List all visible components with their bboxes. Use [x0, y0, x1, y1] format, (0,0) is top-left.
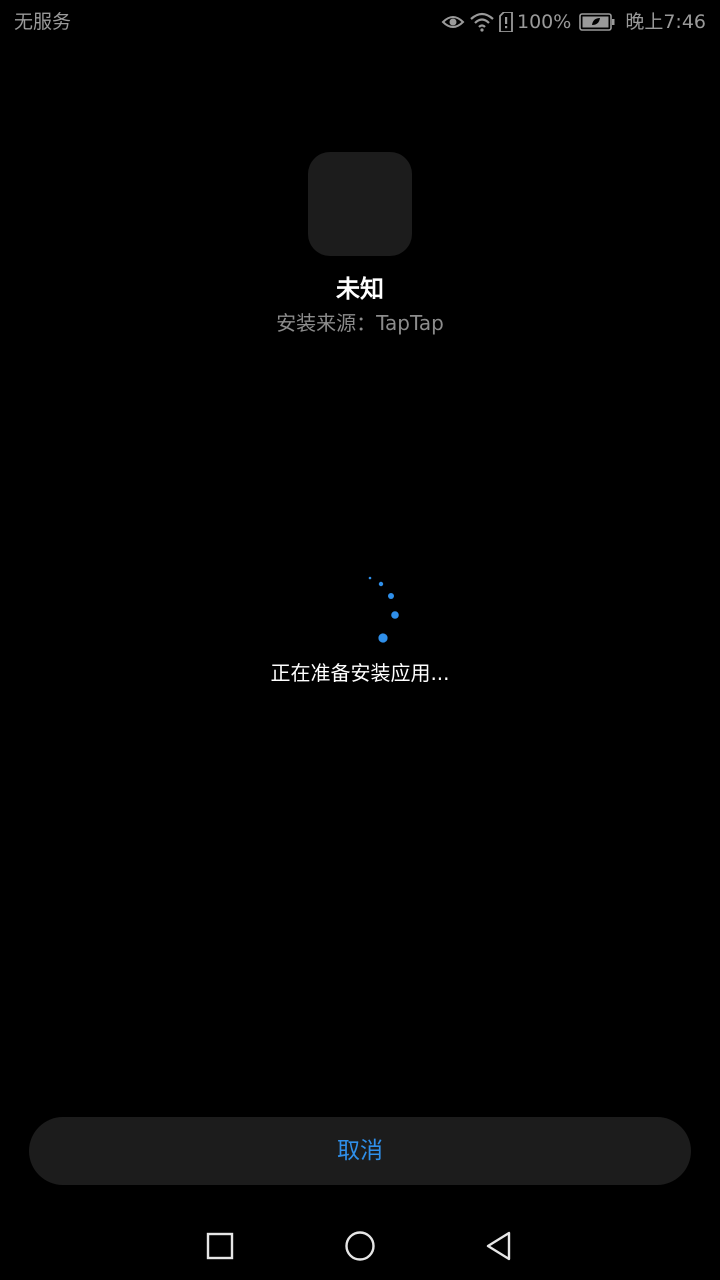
install-source: 安装来源：TapTap: [276, 311, 444, 335]
spinner-dot: [378, 633, 388, 643]
recent-apps-icon[interactable]: [202, 1228, 238, 1264]
battery-percent: 100%: [517, 11, 572, 33]
clock: 晚上7:46: [625, 11, 706, 33]
loading-spinner-icon: [340, 560, 420, 650]
cancel-button[interactable]: 取消: [29, 1117, 691, 1185]
battery-icon: [579, 13, 615, 31]
wifi-icon: [469, 12, 495, 32]
status-icons: 100% 晚上7:46: [441, 10, 706, 34]
spinner-dot: [368, 576, 372, 580]
eye-icon: [441, 13, 465, 31]
app-icon: [308, 152, 412, 256]
status-bar: 无服务 100% 晚上7:46: [0, 0, 720, 44]
carrier-label: 无服务: [14, 11, 72, 33]
navigation-bar: [0, 1212, 720, 1280]
home-icon[interactable]: [342, 1228, 378, 1264]
loading-message: 正在准备安装应用...: [270, 661, 450, 685]
back-icon[interactable]: [482, 1228, 518, 1264]
sim-alert-icon: [499, 12, 513, 32]
spinner-dot: [388, 593, 394, 599]
spinner-dot: [378, 581, 384, 587]
app-name: 未知: [336, 275, 384, 303]
spinner-dot: [391, 611, 399, 619]
